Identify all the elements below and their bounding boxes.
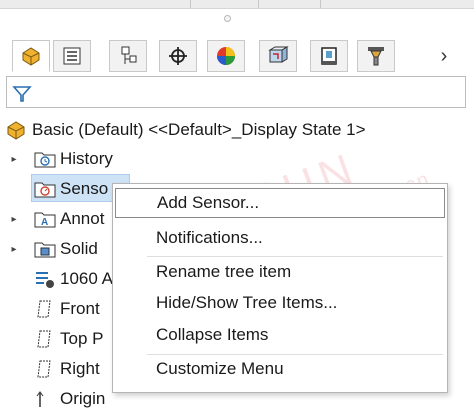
solid-bodies-folder-icon [34, 239, 56, 259]
tab-feature-manager[interactable] [12, 40, 50, 72]
tree-item-label: Right [60, 359, 100, 378]
plane-icon [34, 359, 56, 379]
tree-item-label: Top P [60, 329, 104, 348]
cam-operation-tree-icon [318, 45, 340, 67]
tree-item-label: Front [60, 299, 100, 318]
tab-dimxpert-manager[interactable] [159, 40, 197, 72]
menu-item-label: Add Sensor... [157, 193, 260, 212]
tree-item-front-plane[interactable]: Front [34, 295, 100, 323]
tree-item-sensors[interactable]: Senso [34, 175, 108, 203]
tree-item-label: History [60, 149, 113, 168]
plane-icon [34, 329, 56, 349]
menu-item-label: Customize Menu [156, 359, 284, 378]
display-manager-icon [215, 45, 237, 67]
context-menu: Add Sensor... Notifications... Rename tr… [112, 183, 448, 393]
expand-arrow-icon[interactable]: ▸ [9, 214, 19, 225]
strip-divider [320, 0, 321, 8]
menu-item-label: Notifications... [156, 228, 263, 247]
tree-item-label: Solid [60, 239, 98, 258]
material-icon [34, 269, 56, 289]
tab-cam-operation-tree[interactable] [310, 40, 348, 72]
cam-feature-tree-icon [267, 45, 289, 67]
tree-filter-box[interactable] [6, 76, 466, 108]
annotations-folder-icon: A [34, 209, 56, 229]
feature-manager-tree-icon [20, 45, 42, 67]
dimxpert-manager-icon [167, 45, 189, 67]
plane-icon [34, 299, 56, 319]
menu-item-hide-show-tree-items[interactable]: Hide/Show Tree Items... [113, 288, 447, 318]
tree-item-label: 1060 A [60, 269, 113, 288]
history-folder-icon [34, 149, 56, 169]
sensor-folder-icon [34, 179, 56, 199]
expand-arrow-icon[interactable]: ▸ [9, 244, 19, 255]
menu-item-add-sensor[interactable]: Add Sensor... [115, 188, 445, 218]
menu-item-label: Hide/Show Tree Items... [156, 293, 338, 312]
tree-root-item[interactable]: Basic (Default) <<Default>_Display State… [6, 116, 366, 144]
manager-tab-bar [0, 40, 474, 72]
menu-item-customize-menu[interactable]: Customize Menu [113, 354, 447, 384]
configuration-manager-icon [118, 45, 138, 67]
more-tabs-button[interactable]: › [432, 40, 456, 72]
property-manager-icon [62, 46, 82, 66]
tab-cam-feature-tree[interactable] [259, 40, 297, 72]
menu-item-collapse-items[interactable]: Collapse Items [113, 320, 447, 350]
strip-divider [190, 0, 191, 8]
strip-divider [258, 0, 259, 8]
tree-item-annotations[interactable]: A Annot [34, 205, 104, 233]
panel-splitter-grip[interactable] [224, 15, 231, 22]
tree-item-origin[interactable]: Origin [34, 385, 105, 413]
tree-item-solid-bodies[interactable]: Solid [34, 235, 98, 263]
menu-item-label: Rename tree item [156, 262, 292, 281]
cam-tools-tree-icon [365, 45, 387, 67]
tree-item-material[interactable]: 1060 A [34, 265, 113, 293]
tree-root-label: Basic (Default) <<Default>_Display State… [32, 120, 366, 139]
menu-item-label: Collapse Items [156, 325, 269, 344]
tab-property-manager[interactable] [53, 40, 91, 72]
origin-icon [34, 389, 56, 409]
menu-item-rename-tree-item[interactable]: Rename tree item [113, 257, 447, 287]
chevron-right-icon: › [440, 44, 448, 67]
filter-funnel-icon [12, 86, 32, 102]
panel-top-strip [0, 0, 474, 9]
tree-item-label: Senso [60, 179, 109, 198]
svg-text:A: A [41, 217, 48, 228]
tab-cam-tools-tree[interactable] [357, 40, 395, 72]
part-icon [6, 120, 28, 140]
tree-item-top-plane[interactable]: Top P [34, 325, 103, 353]
tree-item-right-plane[interactable]: Right [34, 355, 100, 383]
tab-display-manager[interactable] [207, 40, 245, 72]
expand-arrow-icon[interactable]: ▸ [9, 154, 19, 165]
menu-item-notifications[interactable]: Notifications... [113, 223, 447, 253]
tree-item-label: Annot [60, 209, 105, 228]
tab-configuration-manager[interactable] [109, 40, 147, 72]
tree-item-history[interactable]: History [34, 145, 113, 173]
tree-item-label: Origin [60, 389, 106, 408]
